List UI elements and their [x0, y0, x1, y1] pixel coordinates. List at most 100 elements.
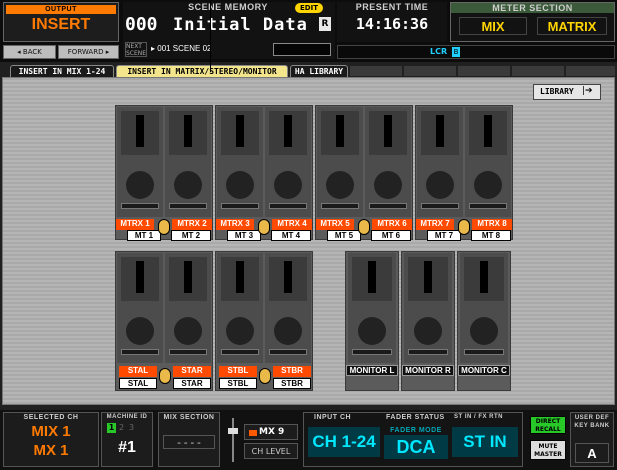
knob-icon[interactable]: [274, 171, 302, 199]
tab-insert-in-mix[interactable]: INSERT IN MIX 1-24: [10, 65, 114, 77]
st-in-value[interactable]: ST IN: [452, 427, 518, 457]
pair-link-icon[interactable]: [258, 219, 270, 235]
pair-link-icon[interactable]: [458, 219, 470, 235]
knob-icon[interactable]: [474, 171, 502, 199]
fader-cap[interactable]: [184, 115, 192, 147]
matrix-channel-name[interactable]: MTRX 7: [416, 219, 454, 230]
stereo-channel-short[interactable]: STAL: [119, 378, 157, 389]
stereo-channel-name[interactable]: STBL: [219, 366, 257, 377]
channel-strip[interactable]: [460, 253, 508, 363]
fader-mode-value[interactable]: DCA: [384, 435, 448, 459]
stereo-channel-short[interactable]: STBL: [219, 378, 257, 389]
matrix-channel-name[interactable]: MTRX 5: [316, 219, 354, 230]
meter-mix-button[interactable]: MIX: [459, 17, 527, 35]
user-def-key-bank-panel[interactable]: USER DEF KEY BANK A: [570, 412, 614, 467]
fader-cap[interactable]: [284, 115, 292, 147]
matrix-channel-name[interactable]: MTRX 6: [372, 219, 412, 230]
scene-store-field[interactable]: [273, 43, 331, 56]
fader-cap[interactable]: [236, 115, 244, 147]
back-button[interactable]: ◂ BACK: [3, 45, 56, 59]
channel-strip[interactable]: [417, 107, 463, 217]
pair-link-icon[interactable]: [158, 219, 170, 235]
output-panel[interactable]: OUTPUT INSERT: [3, 2, 119, 42]
knob-icon[interactable]: [470, 317, 498, 345]
channel-strip[interactable]: [265, 107, 311, 217]
ch-level-button[interactable]: CH LEVEL: [244, 443, 298, 459]
knob-icon[interactable]: [126, 317, 154, 345]
stereo-channel-short[interactable]: STAR: [173, 378, 211, 389]
matrix-channel-name[interactable]: MTRX 2: [172, 219, 212, 230]
matrix-channel-name[interactable]: MTRX 4: [272, 219, 312, 230]
knob-icon[interactable]: [374, 171, 402, 199]
matrix-channel-short[interactable]: MT 5: [327, 230, 361, 241]
knob-icon[interactable]: [174, 317, 202, 345]
fader-cap[interactable]: [136, 261, 144, 293]
stereo-channel-short[interactable]: STBR: [273, 378, 311, 389]
knob-icon[interactable]: [126, 171, 154, 199]
library-button[interactable]: LIBRARY |➔: [533, 84, 601, 100]
input-ch-value[interactable]: CH 1-24: [308, 427, 380, 457]
fader-cap[interactable]: [484, 115, 492, 147]
fader-cap[interactable]: [436, 115, 444, 147]
matrix-channel-short[interactable]: MT 2: [171, 230, 211, 241]
channel-strip[interactable]: [165, 253, 211, 363]
meter-section-panel[interactable]: METER SECTION MIX MATRIX: [450, 2, 615, 42]
monitor-channel-name[interactable]: MONITOR C: [458, 365, 510, 376]
knob-icon[interactable]: [326, 171, 354, 199]
mix9-button[interactable]: MX 9: [244, 424, 298, 440]
monitor-channel-name[interactable]: MONITOR R: [402, 365, 454, 376]
channel-strip[interactable]: [117, 107, 163, 217]
channel-strip[interactable]: [217, 107, 263, 217]
scene-memory-panel[interactable]: SCENE MEMORY EDIT 000 Initial Data R NEX…: [123, 2, 335, 59]
matrix-channel-name[interactable]: MTRX 3: [216, 219, 254, 230]
fader-cap[interactable]: [384, 115, 392, 147]
matrix-channel-short[interactable]: MT 4: [271, 230, 311, 241]
meter-matrix-button[interactable]: MATRIX: [537, 17, 607, 35]
channel-strip[interactable]: [348, 253, 396, 363]
fader-cap[interactable]: [480, 261, 488, 293]
channel-strip[interactable]: [317, 107, 363, 217]
matrix-channel-short[interactable]: MT 3: [227, 230, 261, 241]
tab-ha-library[interactable]: HA LIBRARY: [290, 65, 348, 77]
channel-strip[interactable]: [365, 107, 411, 217]
knob-icon[interactable]: [274, 317, 302, 345]
matrix-channel-short[interactable]: MT 1: [127, 230, 161, 241]
monitor-channel-name[interactable]: MONITOR L: [346, 365, 398, 376]
stereo-channel-name[interactable]: STBR: [273, 366, 311, 377]
matrix-channel-short[interactable]: MT 7: [427, 230, 461, 241]
channel-strip[interactable]: [404, 253, 452, 363]
machine-id-panel[interactable]: MACHINE ID 1 2 3 #1: [101, 412, 153, 467]
fader-cap[interactable]: [284, 261, 292, 293]
matrix-channel-short[interactable]: MT 8: [471, 230, 511, 241]
channel-strip[interactable]: [217, 253, 263, 363]
fader-cap[interactable]: [184, 261, 192, 293]
knob-icon[interactable]: [226, 171, 254, 199]
pair-link-icon[interactable]: [259, 368, 271, 384]
forward-button[interactable]: FORWARD ▸: [58, 45, 119, 59]
knob-icon[interactable]: [226, 317, 254, 345]
channel-strip[interactable]: [117, 253, 163, 363]
fader-cap[interactable]: [336, 115, 344, 147]
channel-strip[interactable]: [465, 107, 511, 217]
knob-icon[interactable]: [174, 171, 202, 199]
matrix-channel-name[interactable]: MTRX 8: [472, 219, 512, 230]
stereo-channel-name[interactable]: STAR: [173, 366, 211, 377]
stereo-channel-name[interactable]: STAL: [119, 366, 157, 377]
pair-link-icon[interactable]: [358, 219, 370, 235]
pair-link-icon[interactable]: [159, 368, 171, 384]
selected-ch-panel[interactable]: SELECTED CH MIX 1 MX 1: [3, 412, 99, 467]
knob-icon[interactable]: [414, 317, 442, 345]
tab-insert-in-matrix[interactable]: INSERT IN MATRIX/STEREO/MONITOR: [116, 65, 288, 77]
next-scene-value[interactable]: ▸ 001 SCENE 02: [151, 44, 212, 53]
knob-icon[interactable]: [426, 171, 454, 199]
direct-recall-button[interactable]: DIRECT RECALL: [530, 416, 566, 434]
knob-icon[interactable]: [358, 317, 386, 345]
fader-status-panel[interactable]: INPUT CH FADER STATUS ST IN / FX RTN CH …: [303, 412, 523, 467]
channel-strip[interactable]: [265, 253, 311, 363]
fader-cap[interactable]: [368, 261, 376, 293]
fader-cap[interactable]: [424, 261, 432, 293]
mix-section-panel[interactable]: MIX SECTION ----: [158, 412, 220, 467]
mute-master-button[interactable]: MUTE MASTER: [530, 440, 566, 460]
fader-cap[interactable]: [136, 115, 144, 147]
channel-strip[interactable]: [165, 107, 211, 217]
